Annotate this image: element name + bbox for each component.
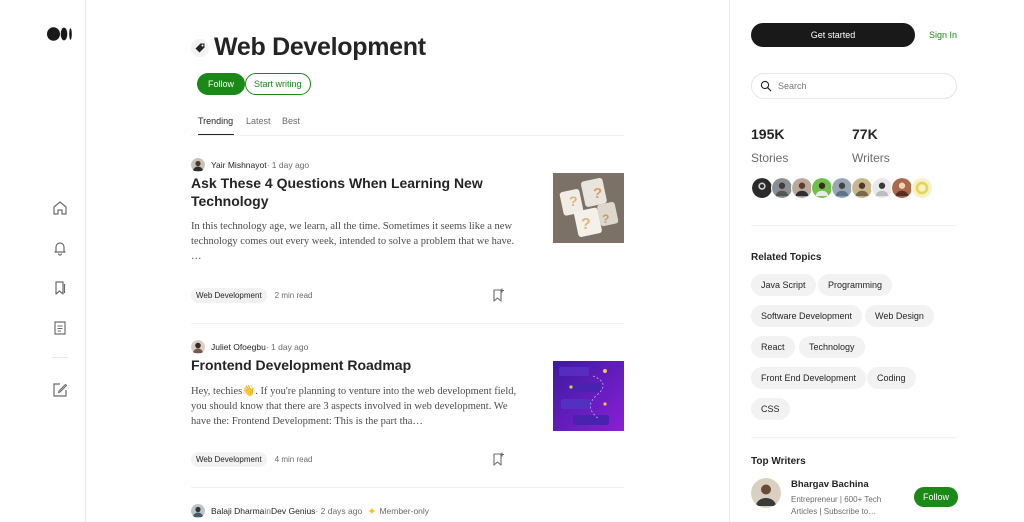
stories-icon[interactable] <box>51 319 69 337</box>
medium-logo-icon[interactable] <box>47 27 73 41</box>
author-row: Yair Mishnayot · 1 day ago <box>191 158 309 172</box>
article-excerpt[interactable]: Hey, techies👋. If you're planning to ven… <box>191 384 521 429</box>
post-date: · 1 day ago <box>265 342 309 352</box>
stories-count: 195K <box>751 126 785 142</box>
follow-writer-button[interactable]: Follow <box>914 487 959 507</box>
article-footer: Web Development 4 min read <box>191 452 312 467</box>
page-title: Web Development <box>214 33 426 61</box>
article-thumbnail[interactable] <box>553 361 624 431</box>
tag-icon <box>191 38 209 57</box>
article-divider <box>191 487 624 488</box>
read-time: 2 min read <box>274 291 313 300</box>
tab-latest[interactable]: Latest <box>246 116 271 126</box>
article-footer: Web Development 2 min read <box>191 288 312 303</box>
rail-divider <box>52 357 68 358</box>
post-date: · 2 days ago <box>315 506 363 516</box>
svg-text:?: ? <box>593 185 602 202</box>
member-star-icon: ✦ <box>367 505 377 518</box>
bookmarks-icon[interactable] <box>51 279 69 297</box>
article-tag[interactable]: Web Development <box>191 288 267 303</box>
member-only-label: Member-only <box>379 506 430 516</box>
bookmark-add-icon[interactable] <box>491 452 505 466</box>
read-time: 4 min read <box>274 455 313 464</box>
topic-pill[interactable]: Front End Development <box>751 367 867 389</box>
sign-in-link[interactable]: Sign In <box>929 30 957 40</box>
top-writer-name[interactable]: Bhargav Bachina <box>791 479 869 490</box>
publication-name[interactable]: Dev Genius <box>271 506 315 516</box>
topic-pill[interactable]: Technology <box>799 336 865 358</box>
article-tag[interactable]: Web Development <box>191 452 267 467</box>
top-writers-title: Top Writers <box>751 456 806 467</box>
start-writing-button[interactable]: Start writing <box>245 73 311 95</box>
topic-pill[interactable]: Programming <box>818 274 893 296</box>
sidebar-divider <box>751 437 957 438</box>
post-date: · 1 day ago <box>266 160 310 170</box>
avatar[interactable] <box>791 177 813 199</box>
author-row: Balaji Dharma in Dev Genius · 2 days ago… <box>191 504 429 518</box>
author-name[interactable]: Yair Mishnayot <box>211 160 267 170</box>
get-started-button[interactable]: Get started <box>751 23 915 47</box>
article-title[interactable]: Ask These 4 Questions When Learning New … <box>191 174 521 210</box>
svg-text:?: ? <box>602 212 609 226</box>
svg-text:?: ? <box>581 216 591 233</box>
right-sidebar: Get started Sign In 195K Stories 77K Wri… <box>729 0 1024 522</box>
topic-pill[interactable]: React <box>751 336 795 358</box>
article-divider <box>191 323 624 324</box>
top-writer-bio: Entrepreneur | 600+ Tech Articles | Subs… <box>791 495 882 516</box>
author-name[interactable]: Juliet Ofoegbu <box>211 342 266 352</box>
avatar[interactable] <box>851 177 873 199</box>
article-title[interactable]: Frontend Development Roadmap <box>191 356 521 374</box>
avatar[interactable] <box>871 177 893 199</box>
search-icon <box>760 80 772 92</box>
topic-pill[interactable]: Software Development <box>751 305 863 327</box>
svg-text:?: ? <box>569 193 578 209</box>
home-icon[interactable] <box>51 199 69 217</box>
avatar[interactable] <box>191 158 205 172</box>
author-row: Juliet Ofoegbu · 1 day ago <box>191 340 308 354</box>
follow-topic-button[interactable]: Follow <box>197 73 246 95</box>
writer-avatar-stack <box>751 177 933 199</box>
in-label: in <box>264 506 272 516</box>
writers-label: Writers <box>852 151 890 165</box>
tab-best[interactable]: Best <box>282 116 300 126</box>
avatar[interactable] <box>751 177 773 199</box>
topic-pill[interactable]: Coding <box>867 367 916 389</box>
avatar[interactable] <box>831 177 853 199</box>
avatar[interactable] <box>911 177 933 199</box>
stories-label: Stories <box>751 151 789 165</box>
avatar[interactable] <box>771 177 793 199</box>
article-excerpt[interactable]: In this technology age, we learn, all th… <box>191 219 521 264</box>
search-input[interactable] <box>778 81 948 91</box>
write-icon[interactable] <box>51 381 69 399</box>
topic-pill[interactable]: Java Script <box>751 274 816 296</box>
notifications-icon[interactable] <box>51 239 69 257</box>
avatar[interactable] <box>191 504 205 518</box>
topic-pill[interactable]: Web Design <box>865 305 934 327</box>
feed-tabs: Trending Latest Best <box>191 109 624 136</box>
related-topics-title: Related Topics <box>751 252 822 263</box>
avatar[interactable] <box>751 478 781 508</box>
topic-pill[interactable]: CSS <box>751 398 790 420</box>
article-thumbnail[interactable]: ? ? ? ? <box>553 173 624 243</box>
active-tab-indicator <box>198 134 234 135</box>
avatar[interactable] <box>891 177 913 199</box>
sidebar-divider <box>751 225 957 226</box>
search-box[interactable] <box>751 73 957 99</box>
left-rail <box>0 0 86 522</box>
avatar[interactable] <box>191 340 205 354</box>
avatar[interactable] <box>811 177 833 199</box>
writers-count: 77K <box>852 126 878 142</box>
topic-header: Web Development <box>191 33 426 62</box>
tab-trending[interactable]: Trending <box>198 116 233 126</box>
bookmark-add-icon[interactable] <box>491 288 505 302</box>
author-name[interactable]: Balaji Dharma <box>211 506 264 516</box>
